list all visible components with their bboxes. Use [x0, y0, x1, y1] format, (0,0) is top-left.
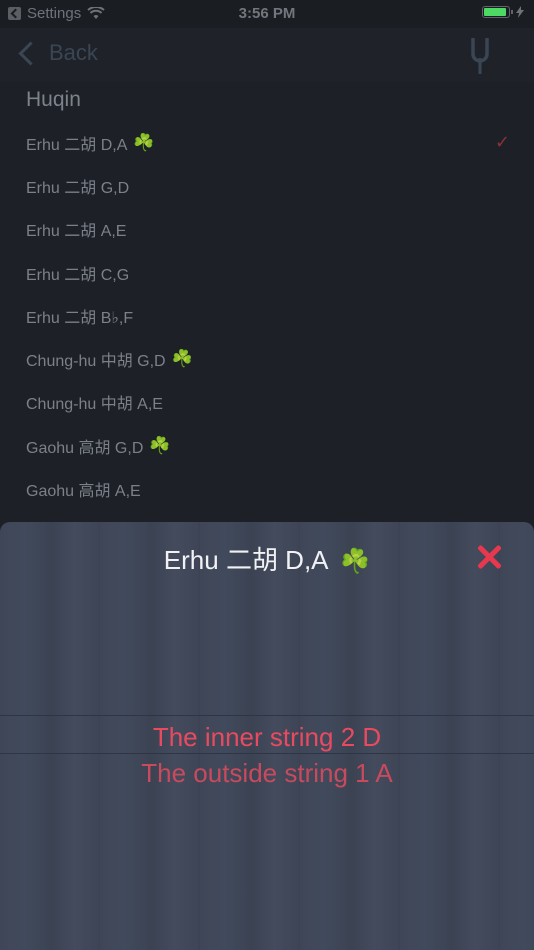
back-label: Back — [49, 40, 98, 65]
status-bar: Settings 3:56 PM — [0, 0, 534, 28]
close-icon[interactable] — [476, 544, 502, 570]
back-button[interactable]: Back — [18, 40, 98, 66]
status-time: 3:56 PM — [238, 5, 296, 22]
list-item-label: Erhu 二胡 A,E — [26, 223, 127, 241]
tuning-list: Erhu 二胡 D,A ☘️ ✓ Erhu 二胡 G,D Erhu 二胡 A,E… — [0, 121, 534, 511]
list-item-label: Erhu 二胡 C,G — [26, 266, 130, 284]
list-item[interactable]: Chung-hu 中胡 G,D ☘️ — [0, 337, 534, 380]
sheet-title: Erhu 二胡 D,A ☘️ — [0, 540, 534, 577]
sheet-title-label: Erhu 二胡 D,A — [163, 545, 328, 575]
inner-string-label: The inner string 2 D — [152, 722, 382, 752]
list-item-label: Gaohu 高胡 A,E — [26, 483, 141, 501]
list-item[interactable]: Erhu 二胡 A,E — [0, 208, 534, 251]
list-item-label: Chung-hu 中胡 A,E — [26, 396, 163, 414]
chevron-left-icon — [18, 40, 43, 66]
section-title: Huqin — [26, 88, 81, 111]
divider-line — [0, 753, 534, 754]
list-item[interactable]: Erhu 二胡 G,D — [0, 164, 534, 207]
list-item-label: Chung-hu 中胡 G,D — [26, 353, 166, 371]
list-item[interactable]: Erhu 二胡 B♭,F — [0, 294, 534, 337]
list-item[interactable]: Gaohu 高胡 A,E — [0, 467, 534, 510]
checkmark-icon: ✓ — [494, 132, 510, 153]
outside-string-label: The outside string 1 A — [141, 758, 393, 788]
list-item-label: Erhu 二胡 B♭,F — [26, 309, 134, 327]
list-item[interactable]: Erhu 二胡 D,A ☘️ ✓ — [0, 121, 534, 164]
list-item[interactable]: Erhu 二胡 C,G — [0, 251, 534, 294]
battery-icon — [482, 6, 513, 18]
list-item-label: Erhu 二胡 G,D — [26, 179, 130, 197]
clover-icon: ☘️ — [133, 132, 155, 152]
status-right — [482, 6, 524, 18]
clover-icon: ☘️ — [340, 548, 371, 575]
list-item[interactable]: Chung-hu 中胡 A,E — [0, 381, 534, 424]
clover-icon: ☘️ — [171, 349, 193, 369]
tuning-fork-icon[interactable] — [470, 36, 490, 76]
navigation-bar: Back — [0, 28, 534, 82]
clover-icon: ☘️ — [149, 435, 171, 455]
charging-bolt-icon — [516, 6, 524, 18]
divider-line — [0, 715, 534, 716]
list-item[interactable]: Gaohu 高胡 G,D ☘️ — [0, 424, 534, 467]
list-item-label: Gaohu 高胡 G,D — [26, 439, 144, 457]
list-item-label: Erhu 二胡 D,A — [26, 136, 128, 154]
